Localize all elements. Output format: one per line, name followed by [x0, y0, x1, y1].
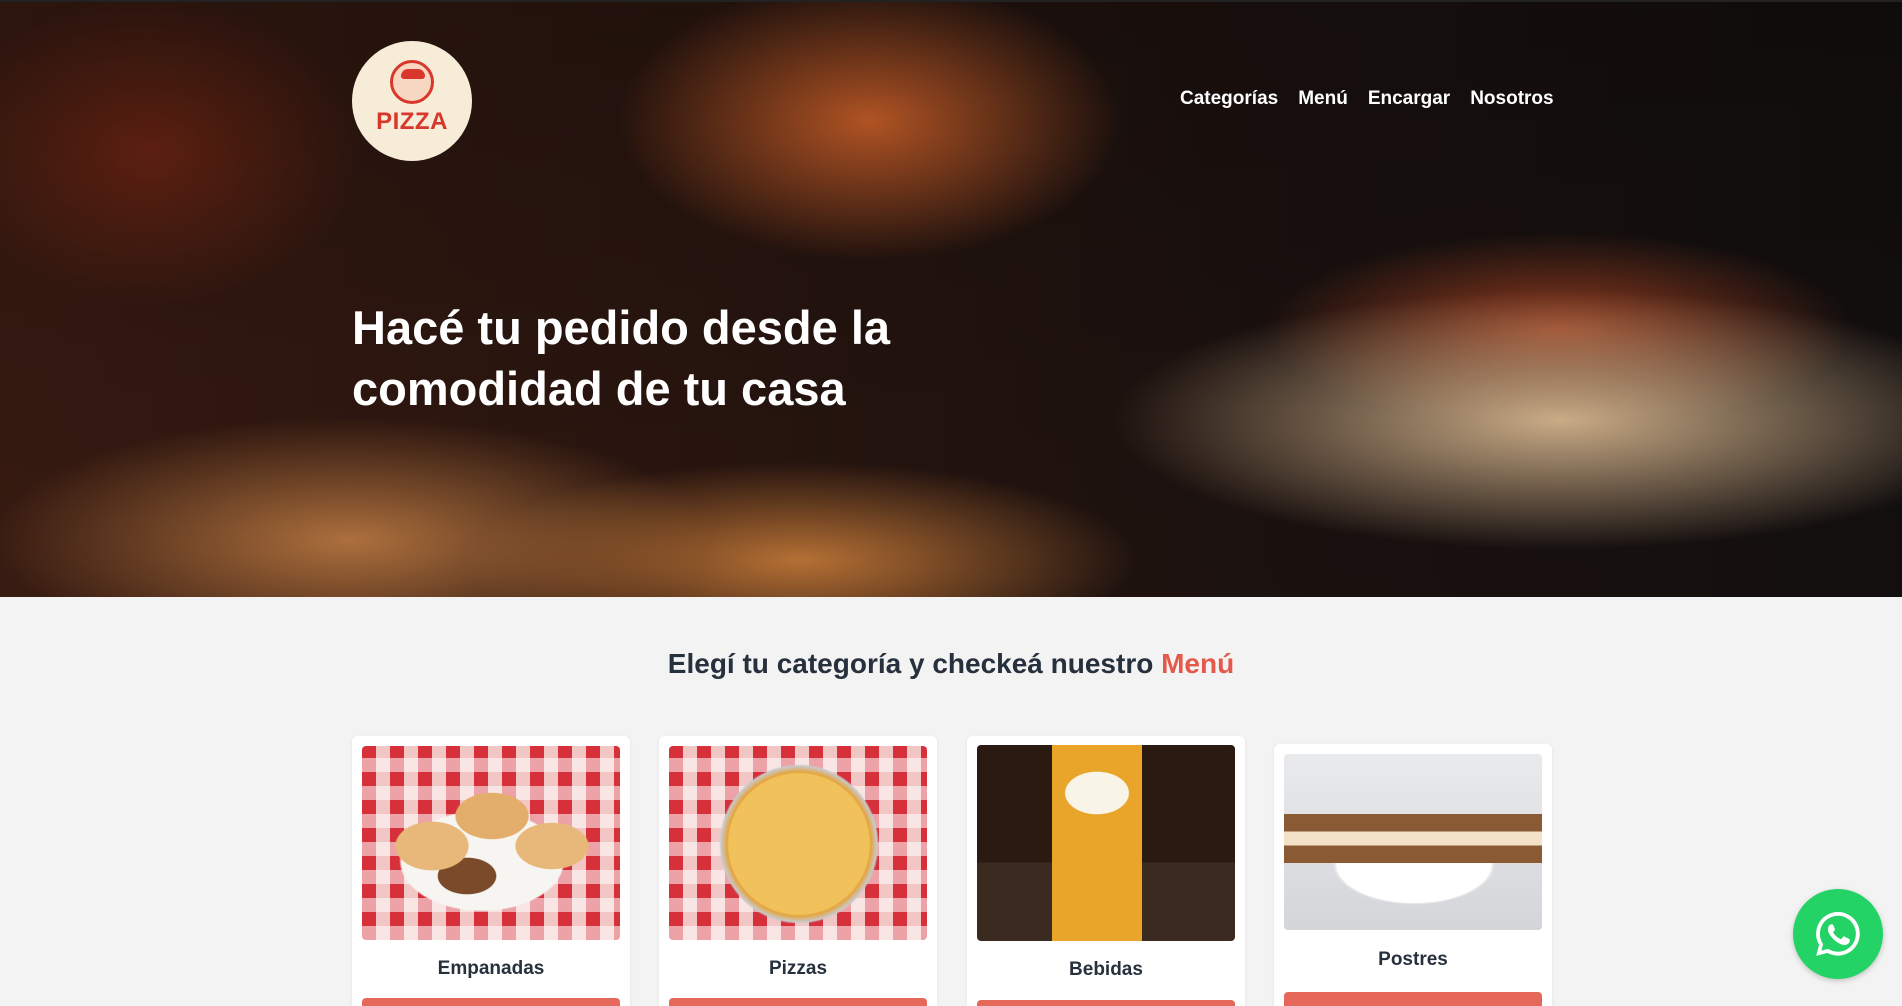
category-label-pizzas: Pizzas	[768, 958, 828, 979]
category-button-postres[interactable]	[1284, 992, 1542, 1006]
nav-item-categorias[interactable]: Categorías	[1180, 88, 1278, 110]
category-button-pizzas[interactable]	[669, 998, 927, 1006]
pizza-logo[interactable]: PIZZA	[352, 41, 472, 161]
category-card-bebidas[interactable]: Bebidas	[967, 736, 1245, 1006]
hero-title-line-2: comodidad de tu casa	[352, 362, 846, 415]
hero-shade	[0, 0, 1902, 597]
chef-logo-icon	[390, 60, 434, 104]
category-label-empanadas: Empanadas	[437, 958, 545, 979]
section-heading: Elegí tu categoría y checkeá nuestro Men…	[0, 648, 1902, 680]
whatsapp-icon	[1816, 911, 1860, 956]
section-heading-text: Elegí tu categoría y checkeá nuestro	[667, 648, 1162, 679]
top-border	[0, 0, 1902, 2]
postres-image	[1284, 754, 1542, 930]
section-heading-accent: Menú	[1161, 648, 1235, 679]
logo-text: PIZZA	[376, 108, 448, 135]
hero-title: Hacé tu pedido desde la comodidad de tu …	[352, 297, 912, 419]
hero-title-line-1: Hacé tu pedido desde la	[352, 301, 891, 354]
nav-item-menu[interactable]: Menú	[1298, 88, 1348, 110]
nav-item-encargar[interactable]: Encargar	[1368, 88, 1450, 110]
main-nav: Categorías Menú Encargar Nosotros	[1180, 88, 1554, 110]
pizzas-image	[669, 746, 927, 940]
category-card-pizzas[interactable]: Pizzas	[659, 736, 937, 1006]
category-label-postres: Postres	[1378, 949, 1448, 970]
hero-banner: PIZZA Categorías Menú Encargar Nosotros …	[0, 0, 1902, 597]
nav-item-nosotros[interactable]: Nosotros	[1470, 88, 1553, 110]
category-button-empanadas[interactable]	[362, 998, 620, 1006]
empanadas-image	[362, 746, 620, 940]
category-button-bebidas[interactable]	[977, 1000, 1235, 1006]
bebidas-image	[977, 745, 1235, 941]
category-card-empanadas[interactable]: Empanadas	[352, 736, 630, 1006]
whatsapp-button[interactable]	[1793, 889, 1883, 979]
category-card-postres[interactable]: Postres	[1274, 744, 1552, 1006]
category-label-bebidas: Bebidas	[1069, 959, 1143, 980]
